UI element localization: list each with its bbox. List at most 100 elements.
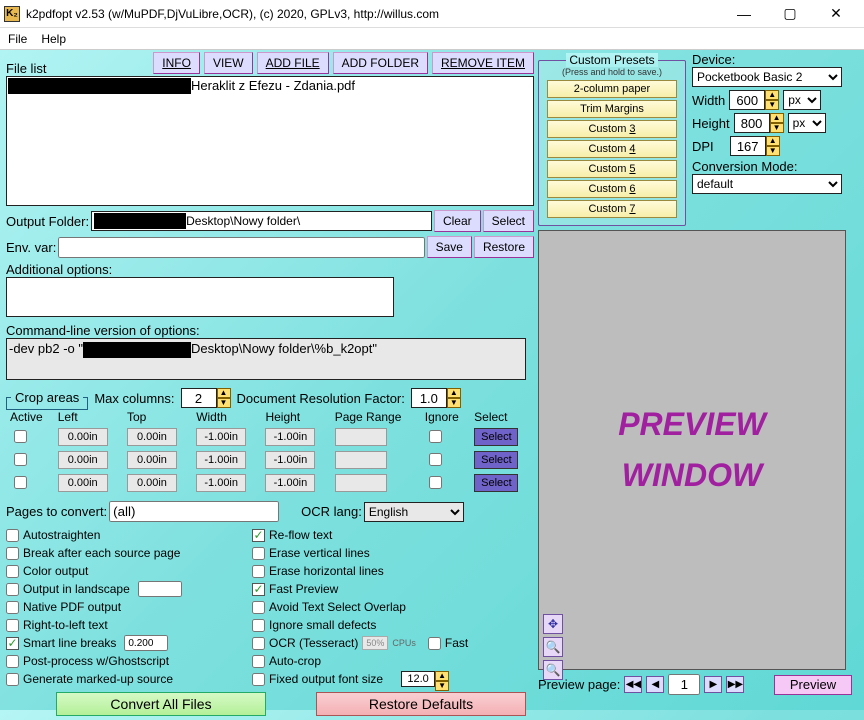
- fixedfont-checkbox[interactable]: [252, 673, 265, 686]
- zoom-in-icon[interactable]: 🔍: [543, 637, 563, 657]
- preset-button[interactable]: 2-column paper: [547, 80, 677, 98]
- close-button[interactable]: ✕: [822, 4, 850, 24]
- window-title: k2pdfopt v2.53 (w/MuPDF,DjVuLibre,OCR), …: [26, 7, 730, 21]
- width-label: Width: [692, 93, 725, 108]
- addfile-button[interactable]: ADD FILE: [257, 52, 329, 74]
- move-tool-icon[interactable]: ✥: [543, 614, 563, 634]
- drf-spinner[interactable]: ▲▼: [411, 388, 461, 408]
- preset-button[interactable]: Trim Margins: [547, 100, 677, 118]
- zoom-out-icon[interactable]: 🔍: [543, 660, 563, 680]
- page-number-input[interactable]: [668, 674, 700, 695]
- removeitem-button[interactable]: REMOVE ITEM: [432, 52, 534, 74]
- crop-active-checkbox[interactable]: [14, 476, 27, 489]
- avoid-overlap-checkbox[interactable]: [252, 601, 265, 614]
- ocrlang-label: OCR lang:: [301, 504, 362, 519]
- crop-ignore-checkbox[interactable]: [429, 430, 442, 443]
- restore-button[interactable]: Restore: [474, 236, 534, 258]
- presets-legend: Custom Presets: [566, 53, 657, 67]
- file-menu[interactable]: File: [8, 32, 27, 46]
- crop-top[interactable]: [127, 428, 177, 446]
- fixedfont-spinner[interactable]: ▲▼: [401, 671, 449, 687]
- postprocess-checkbox[interactable]: [6, 655, 19, 668]
- nativepdf-checkbox[interactable]: [6, 601, 19, 614]
- color-checkbox[interactable]: [6, 565, 19, 578]
- crop-active-checkbox[interactable]: [14, 430, 27, 443]
- ocrlang-select[interactable]: English: [364, 502, 464, 522]
- crop-left[interactable]: [58, 428, 108, 446]
- addfolder-button[interactable]: ADD FOLDER: [333, 52, 428, 74]
- crop-select-button[interactable]: Select: [474, 428, 518, 446]
- crop-pagerange[interactable]: [335, 428, 387, 446]
- file-list[interactable]: Heraklit z Efezu - Zdania.pdf: [6, 76, 534, 206]
- preset-button[interactable]: Custom 7: [547, 200, 677, 218]
- preset-button[interactable]: Custom 6: [547, 180, 677, 198]
- info-button[interactable]: INFO: [153, 52, 200, 74]
- maxcol-spinner[interactable]: ▲▼: [181, 388, 231, 408]
- drf-label: Document Resolution Factor:: [237, 391, 405, 406]
- preset-button[interactable]: Custom 4: [547, 140, 677, 158]
- page-first-button[interactable]: ◀◀: [624, 676, 642, 693]
- save-button[interactable]: Save: [427, 236, 472, 258]
- width-unit-select[interactable]: px: [783, 90, 821, 110]
- crop-row: Select: [8, 426, 532, 447]
- convert-button[interactable]: Convert All Files: [56, 692, 266, 716]
- view-button[interactable]: VIEW: [204, 52, 253, 74]
- device-select[interactable]: Pocketbook Basic 2: [692, 67, 842, 87]
- page-prev-button[interactable]: ◀: [646, 676, 664, 693]
- landscape-checkbox[interactable]: [6, 583, 19, 596]
- envvar-input[interactable]: [58, 237, 424, 258]
- crop-row: Select: [8, 449, 532, 470]
- rtl-checkbox[interactable]: [6, 619, 19, 632]
- preset-button[interactable]: Custom 3: [547, 120, 677, 138]
- fastpreview-checkbox[interactable]: ✓: [252, 583, 265, 596]
- height-spinner[interactable]: ▲▼: [734, 113, 784, 133]
- page-next-button[interactable]: ▶: [704, 676, 722, 693]
- crop-active-checkbox[interactable]: [14, 453, 27, 466]
- ocr-checkbox[interactable]: [252, 637, 265, 650]
- file-list-label: File list: [6, 61, 46, 76]
- width-spinner[interactable]: ▲▼: [729, 90, 779, 110]
- output-folder-field[interactable]: Desktop\Nowy folder\: [91, 211, 432, 231]
- crop-width[interactable]: [196, 428, 246, 446]
- erase-vert-checkbox[interactable]: [252, 547, 265, 560]
- height-unit-select[interactable]: px: [788, 113, 826, 133]
- page-last-button[interactable]: ▶▶: [726, 676, 744, 693]
- landscape-value[interactable]: [138, 581, 182, 597]
- markup-checkbox[interactable]: [6, 673, 19, 686]
- erase-horiz-checkbox[interactable]: [252, 565, 265, 578]
- autostraighten-checkbox[interactable]: [6, 529, 19, 542]
- file-list-item[interactable]: Heraklit z Efezu - Zdania.pdf: [8, 78, 532, 94]
- help-menu[interactable]: Help: [41, 32, 66, 46]
- additional-options-input[interactable]: [6, 277, 394, 317]
- minimize-button[interactable]: —: [730, 4, 758, 24]
- app-icon: K₂: [4, 6, 20, 22]
- crop-legend: Crop areas: [11, 390, 83, 405]
- preset-button[interactable]: Custom 5: [547, 160, 677, 178]
- smartbreak-value[interactable]: [124, 635, 168, 651]
- smartbreak-checkbox[interactable]: ✓: [6, 637, 19, 650]
- dpi-label: DPI: [692, 139, 714, 154]
- preview-button[interactable]: Preview: [774, 675, 852, 695]
- autocrop-checkbox[interactable]: [252, 655, 265, 668]
- presets-hint: (Press and hold to save.): [562, 67, 662, 77]
- select-button[interactable]: Select: [483, 210, 534, 232]
- pages-label: Pages to convert:: [6, 504, 107, 519]
- output-folder-label: Output Folder:: [6, 214, 89, 229]
- clear-button[interactable]: Clear: [434, 210, 481, 232]
- ignore-defects-checkbox[interactable]: [252, 619, 265, 632]
- break-checkbox[interactable]: [6, 547, 19, 560]
- mode-select[interactable]: default: [692, 174, 842, 194]
- envvar-label: Env. var:: [6, 240, 56, 255]
- dpi-spinner[interactable]: ▲▼: [730, 136, 780, 156]
- restore-defaults-button[interactable]: Restore Defaults: [316, 692, 526, 716]
- cmdline-label: Command-line version of options:: [6, 323, 534, 338]
- reflow-checkbox[interactable]: ✓: [252, 529, 265, 542]
- redacted-path: [8, 78, 191, 94]
- pages-input[interactable]: [109, 501, 279, 522]
- maximize-button[interactable]: ▢: [776, 4, 804, 24]
- preview-window: PREVIEW WINDOW: [538, 230, 846, 670]
- fast-checkbox[interactable]: [428, 637, 441, 650]
- device-label: Device:: [692, 52, 850, 67]
- redacted-path: [94, 213, 186, 229]
- crop-height[interactable]: [265, 428, 315, 446]
